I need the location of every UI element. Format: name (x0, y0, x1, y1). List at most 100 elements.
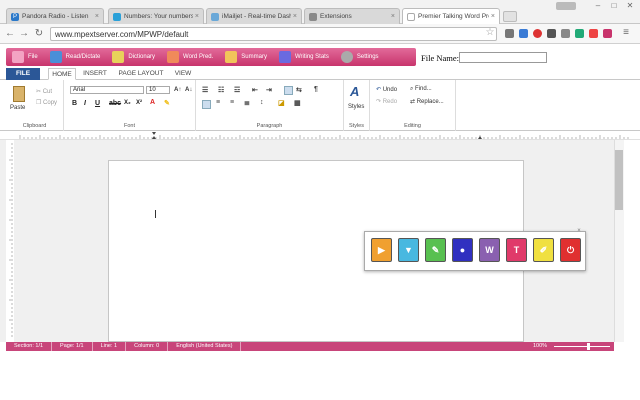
copy-button[interactable]: ❐ Copy (36, 99, 57, 106)
undo-button[interactable]: ↶ Undo (376, 86, 397, 93)
back-icon[interactable]: ← (4, 28, 16, 39)
writing-stats-button[interactable]: Writing Stats (273, 48, 335, 66)
strikethrough-icon[interactable]: abc (109, 100, 121, 107)
horizontal-ruler[interactable] (0, 131, 640, 140)
close-icon[interactable]: × (293, 13, 297, 20)
browser-tab-mailjet[interactable]: iMailjet - Real-time Dashb × (206, 8, 302, 24)
scrollbar-thumb[interactable] (615, 150, 623, 210)
grow-font-icon[interactable]: A↑ (174, 87, 181, 93)
zoom-slider-thumb[interactable] (587, 343, 590, 350)
align-right-icon[interactable]: ≡ (230, 99, 234, 106)
file-name-label: File Name: (421, 53, 460, 63)
settings-button[interactable]: Settings (335, 48, 385, 66)
pilcrow-icon[interactable]: ¶ (314, 86, 318, 93)
font-size-select[interactable]: 10 (146, 86, 170, 94)
cut-button[interactable]: ✂ Cut (36, 88, 52, 95)
summary-button[interactable]: Summary (219, 48, 273, 66)
justify-icon[interactable]: ≣ (244, 99, 250, 107)
minimize-icon[interactable]: – (590, 0, 606, 12)
highlight-icon[interactable]: ✎ (164, 99, 170, 107)
user-profile-badge[interactable] (556, 2, 576, 10)
browser-tab-extensions[interactable]: Extensions × (304, 8, 400, 24)
extension-icon[interactable] (547, 29, 556, 38)
reload-icon[interactable]: ↻ (33, 28, 45, 39)
word-prediction-button[interactable]: Word Pred. (161, 48, 219, 66)
shrink-font-icon[interactable]: A↓ (185, 87, 192, 93)
close-icon[interactable]: × (491, 13, 495, 20)
close-window-icon[interactable]: ✕ (622, 0, 638, 12)
forward-icon[interactable]: → (18, 28, 30, 39)
close-icon[interactable]: × (195, 13, 199, 20)
url-input[interactable]: www.mpextserver.com/MPWP/default (50, 27, 497, 41)
bullets-icon[interactable]: ☰ (202, 86, 208, 94)
ltr-icon[interactable] (284, 86, 293, 95)
close-icon[interactable]: × (575, 228, 583, 234)
tab-file[interactable]: FILE (6, 68, 40, 80)
app-toolbar: File Read/Dictate Dictionary Word Pred. … (0, 45, 640, 67)
adblock-icon[interactable] (533, 29, 542, 38)
browser-tab-strip: P Pandora Radio - Listen × Numbers: Your… (0, 0, 640, 24)
menu-icon[interactable]: ≡ (620, 27, 632, 38)
shading-icon[interactable]: ◪ (278, 99, 285, 107)
tab-page-layout[interactable]: PAGE LAYOUT (115, 68, 167, 80)
pencil-icon (167, 51, 180, 63)
status-language: English (United States) (168, 342, 242, 351)
align-left-icon[interactable] (202, 100, 211, 109)
tab-view[interactable]: VIEW (170, 68, 196, 80)
dictionary-button[interactable]: Dictionary (106, 48, 161, 66)
superscript-icon[interactable]: X² (136, 100, 142, 106)
pencil-button[interactable]: ✐ (533, 238, 554, 262)
bold-icon[interactable]: B (72, 100, 77, 107)
read-dictate-button[interactable]: Read/Dictate (44, 48, 107, 66)
microphone-button[interactable]: ● (452, 238, 473, 262)
italic-icon[interactable]: I (84, 100, 86, 107)
find-button[interactable]: ⌕ Find... (410, 86, 432, 93)
subscript-icon[interactable]: X₂ (124, 100, 131, 106)
borders-icon[interactable]: ▦ (294, 99, 301, 107)
paste-icon[interactable] (13, 86, 25, 102)
extension-icon[interactable] (589, 29, 598, 38)
extension-icon[interactable] (505, 29, 514, 38)
styles-group-label: Styles (349, 123, 364, 129)
text-button[interactable]: T (506, 238, 527, 262)
close-icon[interactable]: × (95, 13, 99, 20)
zoom-slider[interactable] (554, 346, 610, 347)
file-button[interactable]: File (6, 48, 44, 66)
filter-button[interactable]: ▼ (398, 238, 419, 262)
tab-home[interactable]: HOME (48, 68, 76, 80)
replace-button[interactable]: ⇄ Replace... (410, 98, 444, 105)
bookmark-star-icon[interactable]: ☆ (484, 27, 496, 38)
play-button[interactable]: ▶ (371, 238, 392, 262)
styles-icon[interactable]: A (350, 84, 359, 99)
line-spacing-icon[interactable]: ↕ (260, 99, 264, 106)
word-button[interactable]: W (479, 238, 500, 262)
align-center-icon[interactable]: ≡ (216, 99, 220, 106)
maximize-icon[interactable]: □ (606, 0, 622, 12)
extension-icon[interactable] (603, 29, 612, 38)
numbers-icon (113, 12, 121, 21)
file-name-input[interactable] (459, 52, 547, 63)
numbering-icon[interactable]: ☷ (218, 86, 224, 94)
decrease-indent-icon[interactable]: ⇤ (252, 86, 258, 94)
extension-icon[interactable] (519, 29, 528, 38)
extension-icon[interactable] (575, 29, 584, 38)
increase-indent-icon[interactable]: ⇥ (266, 86, 272, 94)
extension-icon[interactable] (561, 29, 570, 38)
browser-tab-pandora[interactable]: P Pandora Radio - Listen × (6, 8, 104, 24)
new-tab-button[interactable] (503, 11, 517, 22)
underline-icon[interactable]: U (95, 100, 100, 107)
close-icon[interactable]: × (391, 13, 395, 20)
font-family-select[interactable]: Arial (70, 86, 144, 94)
tab-insert[interactable]: INSERT (80, 68, 110, 80)
vertical-ruler[interactable] (6, 140, 14, 342)
highlight-button[interactable]: ✎ (425, 238, 446, 262)
browser-tab-premier[interactable]: Premier Talking Word Pro × (402, 8, 500, 24)
power-button[interactable]: ⏻ (560, 238, 581, 262)
font-color-icon[interactable]: A (150, 99, 155, 106)
styles-button[interactable]: Styles (348, 104, 364, 110)
paste-button[interactable]: Paste (10, 105, 25, 111)
multilevel-list-icon[interactable]: ☲ (234, 86, 240, 94)
rtl-icon[interactable]: ⇆ (296, 86, 302, 94)
browser-tab-numbers[interactable]: Numbers: Your numbers × (108, 8, 204, 24)
redo-button[interactable]: ↷ Redo (376, 98, 397, 105)
